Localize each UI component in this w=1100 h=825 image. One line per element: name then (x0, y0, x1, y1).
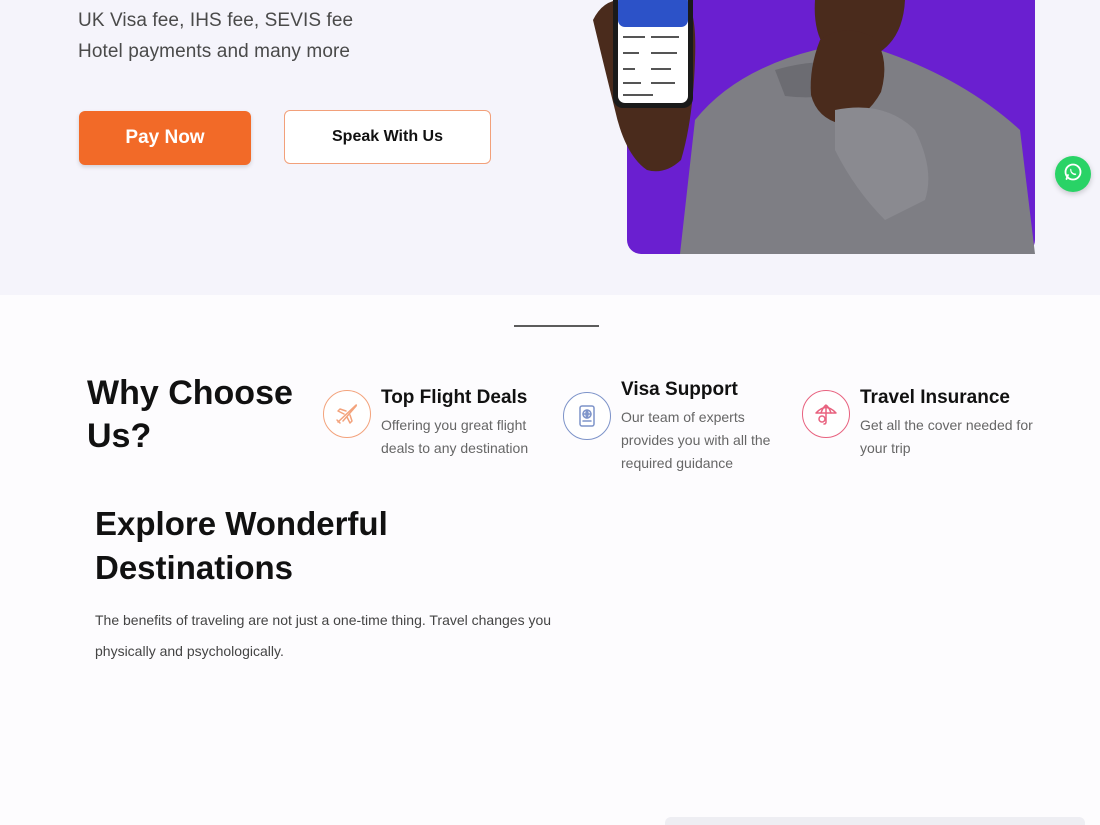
feature-description: Offering you great flight deals to any d… (381, 417, 529, 456)
hero-image (585, 0, 1035, 254)
feature-description: Our team of experts provides you with al… (621, 409, 771, 471)
card-edge (665, 817, 1085, 825)
hero-section: UK Visa fee, IHS fee, SEVIS fee Hotel pa… (0, 0, 1100, 295)
feature-title: Top Flight Deals (381, 387, 528, 408)
hero-services-line-1: UK Visa fee, IHS fee, SEVIS fee (78, 10, 354, 31)
feature-title: Travel Insurance (860, 387, 1010, 408)
pay-now-button[interactable]: Pay Now (79, 111, 251, 165)
explore-destinations-title: Explore Wonderful Destinations (95, 505, 388, 586)
why-choose-us-title: Why Choose Us? (87, 374, 293, 455)
whatsapp-chat-button[interactable] (1055, 156, 1091, 192)
speak-with-us-button[interactable]: Speak With Us (284, 110, 491, 164)
feature-title: Visa Support (621, 379, 738, 400)
section-divider (514, 325, 599, 327)
umbrella-icon (802, 390, 850, 438)
explore-destinations-description: The benefits of traveling are not just a… (95, 612, 552, 659)
feature-description: Get all the cover needed for your trip (860, 417, 1033, 456)
passport-icon (563, 392, 611, 440)
whatsapp-icon (1063, 162, 1083, 187)
plane-icon (323, 390, 371, 438)
hero-services-line-2: Hotel payments and many more (78, 41, 351, 62)
